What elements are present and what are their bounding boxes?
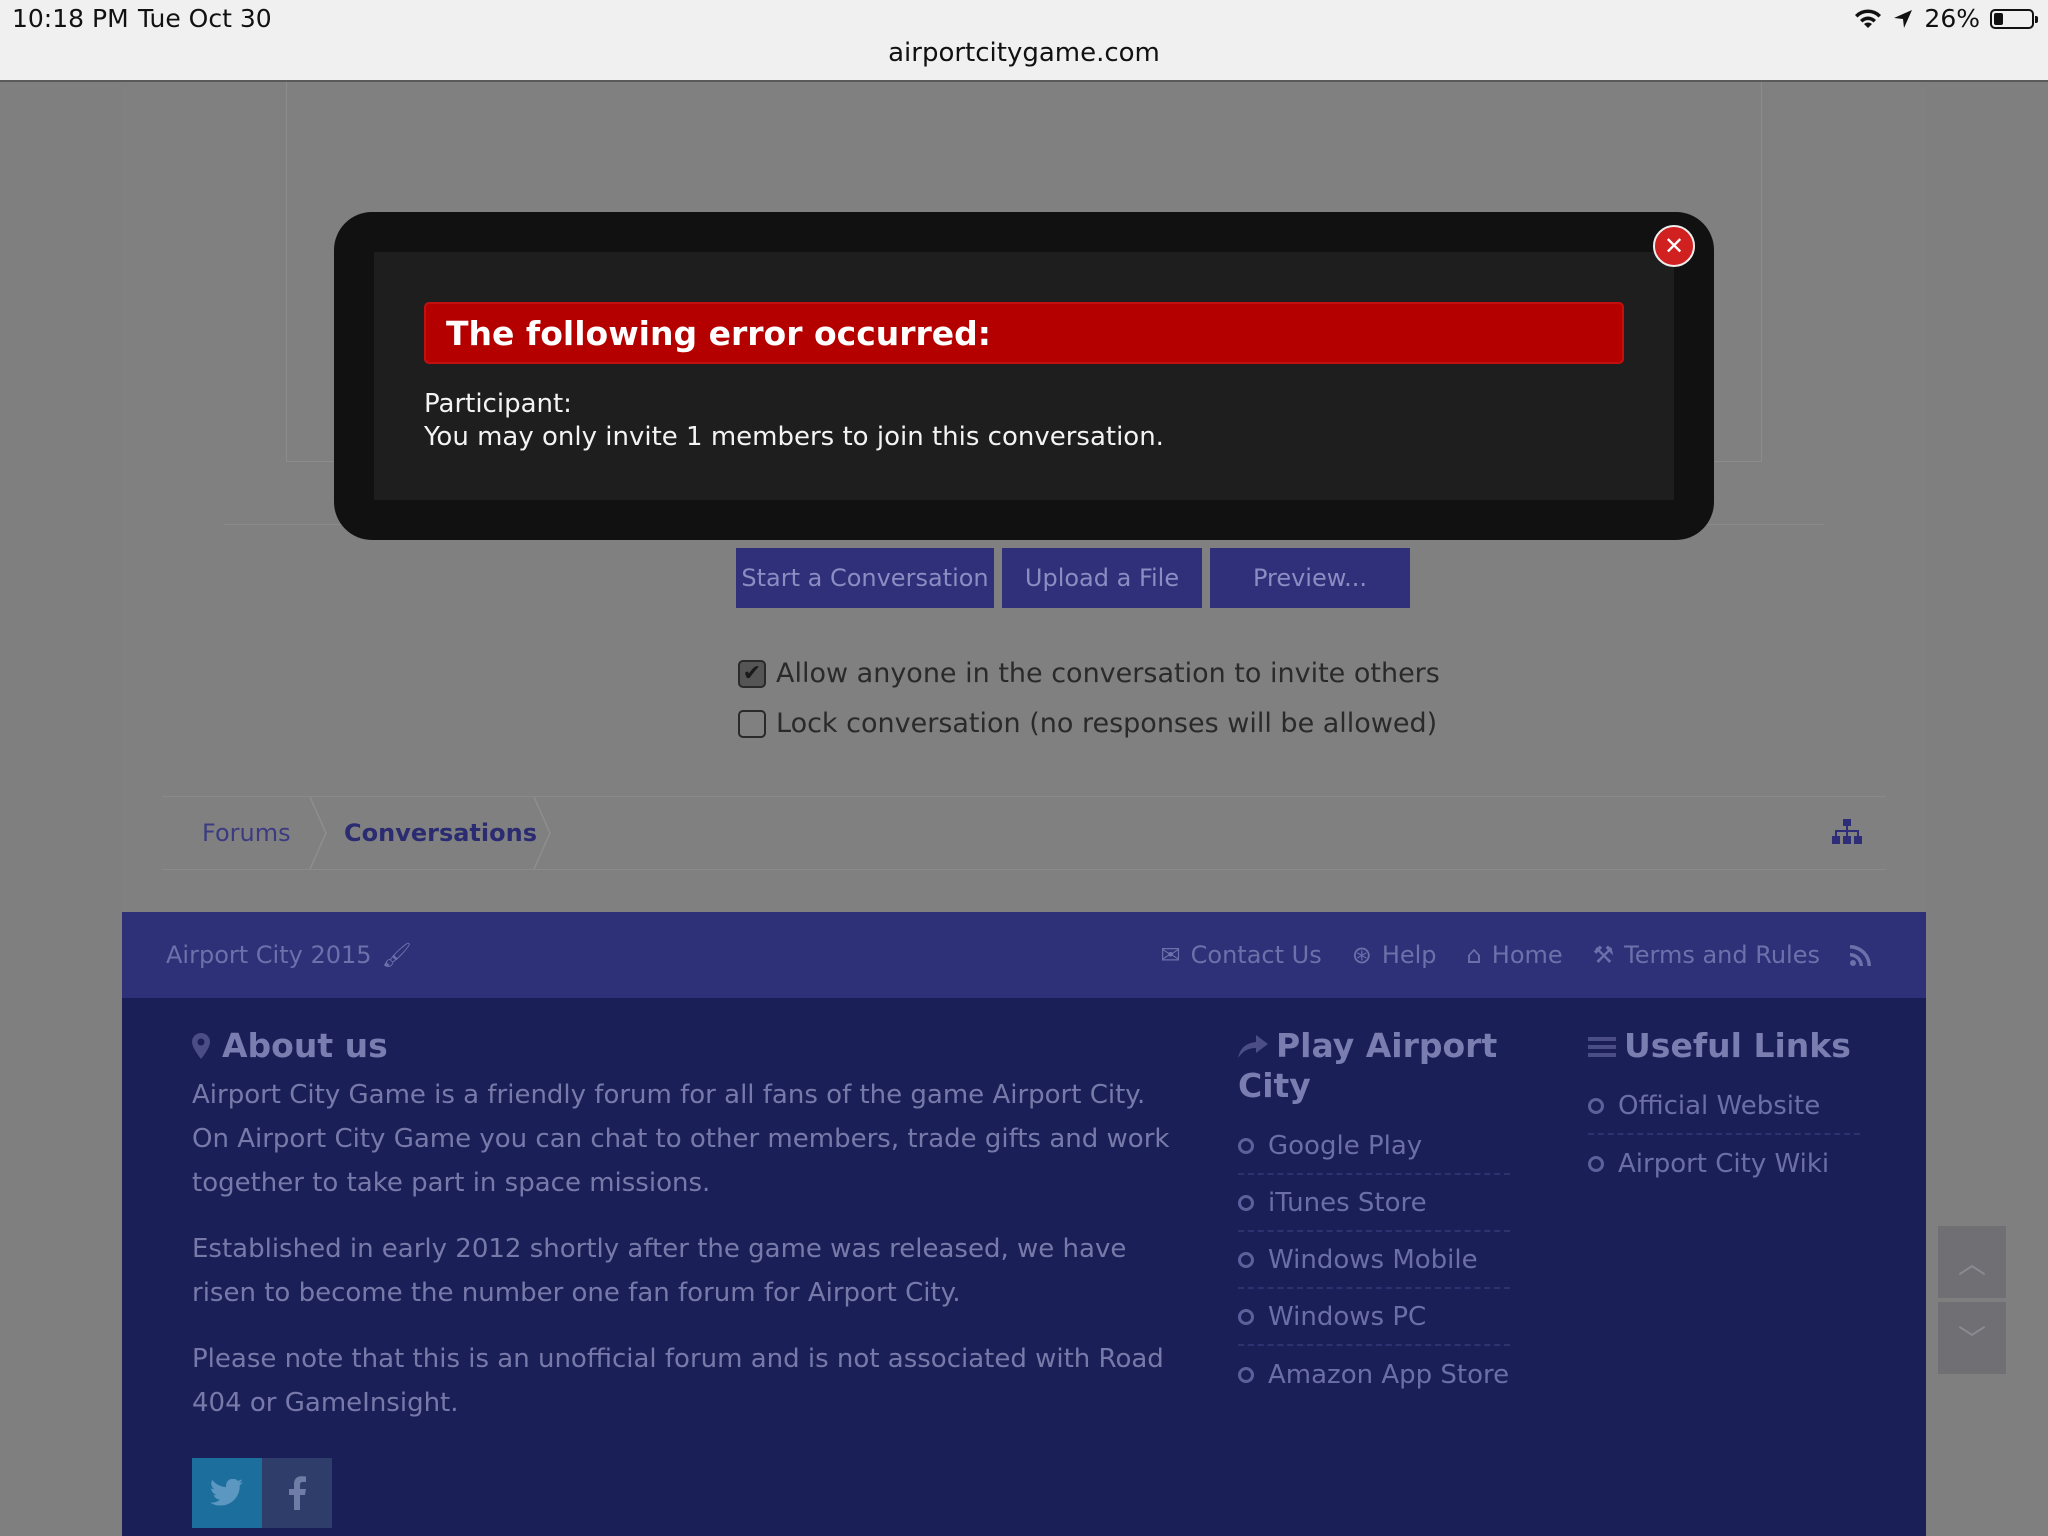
circle-icon bbox=[1238, 1366, 1254, 1383]
breadcrumb: Forums Conversations bbox=[162, 796, 1886, 870]
footer-site: Airport City 2015 🖌 bbox=[166, 912, 412, 998]
about-section: About us Airport City Game is a friendly… bbox=[192, 1026, 1172, 1447]
scroll-up-button[interactable]: ︿ bbox=[1938, 1226, 2006, 1298]
error-message: You may only invite 1 members to join th… bbox=[424, 422, 1164, 452]
facebook-icon[interactable] bbox=[262, 1458, 332, 1528]
chevron-down-icon: ﹀ bbox=[1957, 1323, 1986, 1356]
lifebuoy-icon: ⊛ bbox=[1351, 941, 1372, 969]
wifi-icon bbox=[1855, 8, 1882, 28]
battery-icon bbox=[1990, 8, 2038, 29]
option-lock-conversation[interactable]: Lock conversation (no responses will be … bbox=[738, 708, 1437, 739]
status-time: 10:18 PM bbox=[12, 4, 129, 33]
play-link-label: iTunes Store bbox=[1268, 1187, 1427, 1218]
checkmark-icon: ✔ bbox=[742, 660, 762, 686]
list-icon bbox=[1588, 1037, 1616, 1057]
useful-links-section: Useful Links Official Website Airport Ci… bbox=[1588, 1026, 1860, 1192]
circle-icon bbox=[1238, 1194, 1254, 1211]
play-link-google-play[interactable]: Google Play bbox=[1238, 1118, 1510, 1175]
url-text: airportcitygame.com bbox=[888, 38, 1160, 68]
status-icons: 26% bbox=[1854, 4, 2038, 33]
share-arrow-icon bbox=[1238, 1035, 1268, 1058]
play-title: Play Airport City bbox=[1238, 1026, 1498, 1105]
circle-icon bbox=[1588, 1097, 1604, 1114]
play-link-windows-mobile[interactable]: Windows Mobile bbox=[1238, 1232, 1510, 1289]
status-date: Tue Oct 30 bbox=[138, 4, 272, 33]
map-marker-icon bbox=[192, 1032, 210, 1059]
about-heading: About us bbox=[192, 1026, 1172, 1065]
lock-conversation-checkbox[interactable] bbox=[738, 709, 766, 738]
play-link-label: Windows PC bbox=[1268, 1301, 1427, 1332]
useful-link-label: Airport City Wiki bbox=[1618, 1148, 1830, 1179]
invite-others-label: Allow anyone in the conversation to invi… bbox=[776, 658, 1440, 689]
paintbrush-icon[interactable]: 🖌 bbox=[382, 941, 412, 969]
home-icon: ⌂ bbox=[1466, 941, 1482, 969]
about-paragraph-3: Please note that this is an unofficial f… bbox=[192, 1344, 1164, 1418]
upload-file-button[interactable]: Upload a File bbox=[1002, 548, 1202, 608]
sitemap-icon[interactable] bbox=[1832, 819, 1862, 845]
footer-link-help[interactable]: ⊛ Help bbox=[1352, 941, 1437, 969]
invite-others-checkbox[interactable]: ✔ bbox=[738, 659, 766, 688]
rss-icon[interactable] bbox=[1850, 944, 1872, 966]
useful-heading: Useful Links bbox=[1588, 1026, 1860, 1066]
footer-link-label: Contact Us bbox=[1190, 941, 1322, 969]
play-link-windows-pc[interactable]: Windows PC bbox=[1238, 1289, 1510, 1346]
circle-icon bbox=[1238, 1137, 1254, 1154]
scroll-down-button[interactable]: ﹀ bbox=[1938, 1302, 2006, 1374]
start-conversation-button[interactable]: Start a Conversation bbox=[736, 548, 994, 608]
play-section: Play Airport City Google Play iTunes Sto… bbox=[1238, 1026, 1510, 1403]
footer-bar: Airport City 2015 🖌 ✉ Contact Us ⊛ Help ⌂ H… bbox=[122, 912, 1926, 998]
footer-links: ✉ Contact Us ⊛ Help ⌂ Home ⚒ Terms and Rules bbox=[1161, 912, 1872, 998]
chevron-up-icon: ︿ bbox=[1957, 1247, 1986, 1280]
status-bar: 10:18 PM Tue Oct 30 airportcitygame.com … bbox=[0, 0, 2048, 82]
footer-link-contact[interactable]: ✉ Contact Us bbox=[1161, 941, 1322, 969]
footer-link-label: Help bbox=[1381, 941, 1437, 969]
error-modal: The following error occurred: Participan… bbox=[334, 212, 1714, 540]
breadcrumb-conversations[interactable]: Conversations bbox=[344, 797, 537, 869]
about-paragraph-1: Airport City Game is a friendly forum fo… bbox=[192, 1080, 1170, 1198]
error-title: The following error occurred: bbox=[424, 302, 1624, 364]
footer-site-name[interactable]: Airport City 2015 bbox=[166, 941, 372, 969]
about-paragraph-2: Established in early 2012 shortly after … bbox=[192, 1234, 1127, 1308]
form-buttons: Start a Conversation Upload a File Previ… bbox=[736, 548, 1410, 608]
useful-link-wiki[interactable]: Airport City Wiki bbox=[1588, 1135, 1860, 1192]
envelope-icon: ✉ bbox=[1160, 941, 1181, 969]
useful-link-official-website[interactable]: Official Website bbox=[1588, 1078, 1860, 1135]
play-link-label: Windows Mobile bbox=[1268, 1244, 1478, 1275]
address-bar[interactable]: airportcitygame.com bbox=[0, 38, 2048, 68]
useful-title: Useful Links bbox=[1624, 1026, 1851, 1065]
play-link-amazon[interactable]: Amazon App Store bbox=[1238, 1346, 1510, 1403]
battery-percent: 26% bbox=[1924, 4, 1980, 33]
breadcrumb-separator-icon bbox=[309, 797, 327, 869]
circle-icon bbox=[1238, 1308, 1254, 1325]
close-icon[interactable]: ✕ bbox=[1653, 225, 1695, 267]
lock-conversation-label: Lock conversation (no responses will be … bbox=[776, 708, 1438, 739]
error-modal-body: The following error occurred: Participan… bbox=[374, 252, 1674, 500]
footer-link-home[interactable]: ⌂ Home bbox=[1467, 941, 1563, 969]
useful-link-label: Official Website bbox=[1618, 1090, 1821, 1121]
footer-link-terms[interactable]: ⚒ Terms and Rules bbox=[1593, 941, 1820, 969]
play-heading: Play Airport City bbox=[1238, 1026, 1510, 1106]
footer-link-label: Home bbox=[1491, 941, 1563, 969]
footer-main: About us Airport City Game is a friendly… bbox=[122, 998, 1926, 1536]
breadcrumb-separator-icon bbox=[533, 797, 551, 869]
play-link-label: Google Play bbox=[1268, 1130, 1423, 1161]
gavel-icon: ⚒ bbox=[1592, 941, 1615, 969]
location-arrow-icon bbox=[1894, 9, 1913, 28]
breadcrumb-forums[interactable]: Forums bbox=[202, 797, 291, 869]
error-details: Participant: You may only invite 1 membe… bbox=[424, 388, 1164, 454]
play-link-itunes[interactable]: iTunes Store bbox=[1238, 1175, 1510, 1232]
about-title: About us bbox=[222, 1026, 388, 1065]
error-field: Participant: bbox=[424, 389, 572, 419]
option-invite-others[interactable]: ✔ Allow anyone in the conversation to in… bbox=[738, 658, 1440, 689]
twitter-icon[interactable] bbox=[192, 1458, 262, 1528]
footer-link-label: Terms and Rules bbox=[1624, 941, 1820, 969]
circle-icon bbox=[1238, 1251, 1254, 1268]
circle-icon bbox=[1588, 1155, 1604, 1172]
preview-button[interactable]: Preview... bbox=[1210, 548, 1410, 608]
social-links bbox=[192, 1458, 332, 1528]
play-link-label: Amazon App Store bbox=[1268, 1359, 1510, 1390]
